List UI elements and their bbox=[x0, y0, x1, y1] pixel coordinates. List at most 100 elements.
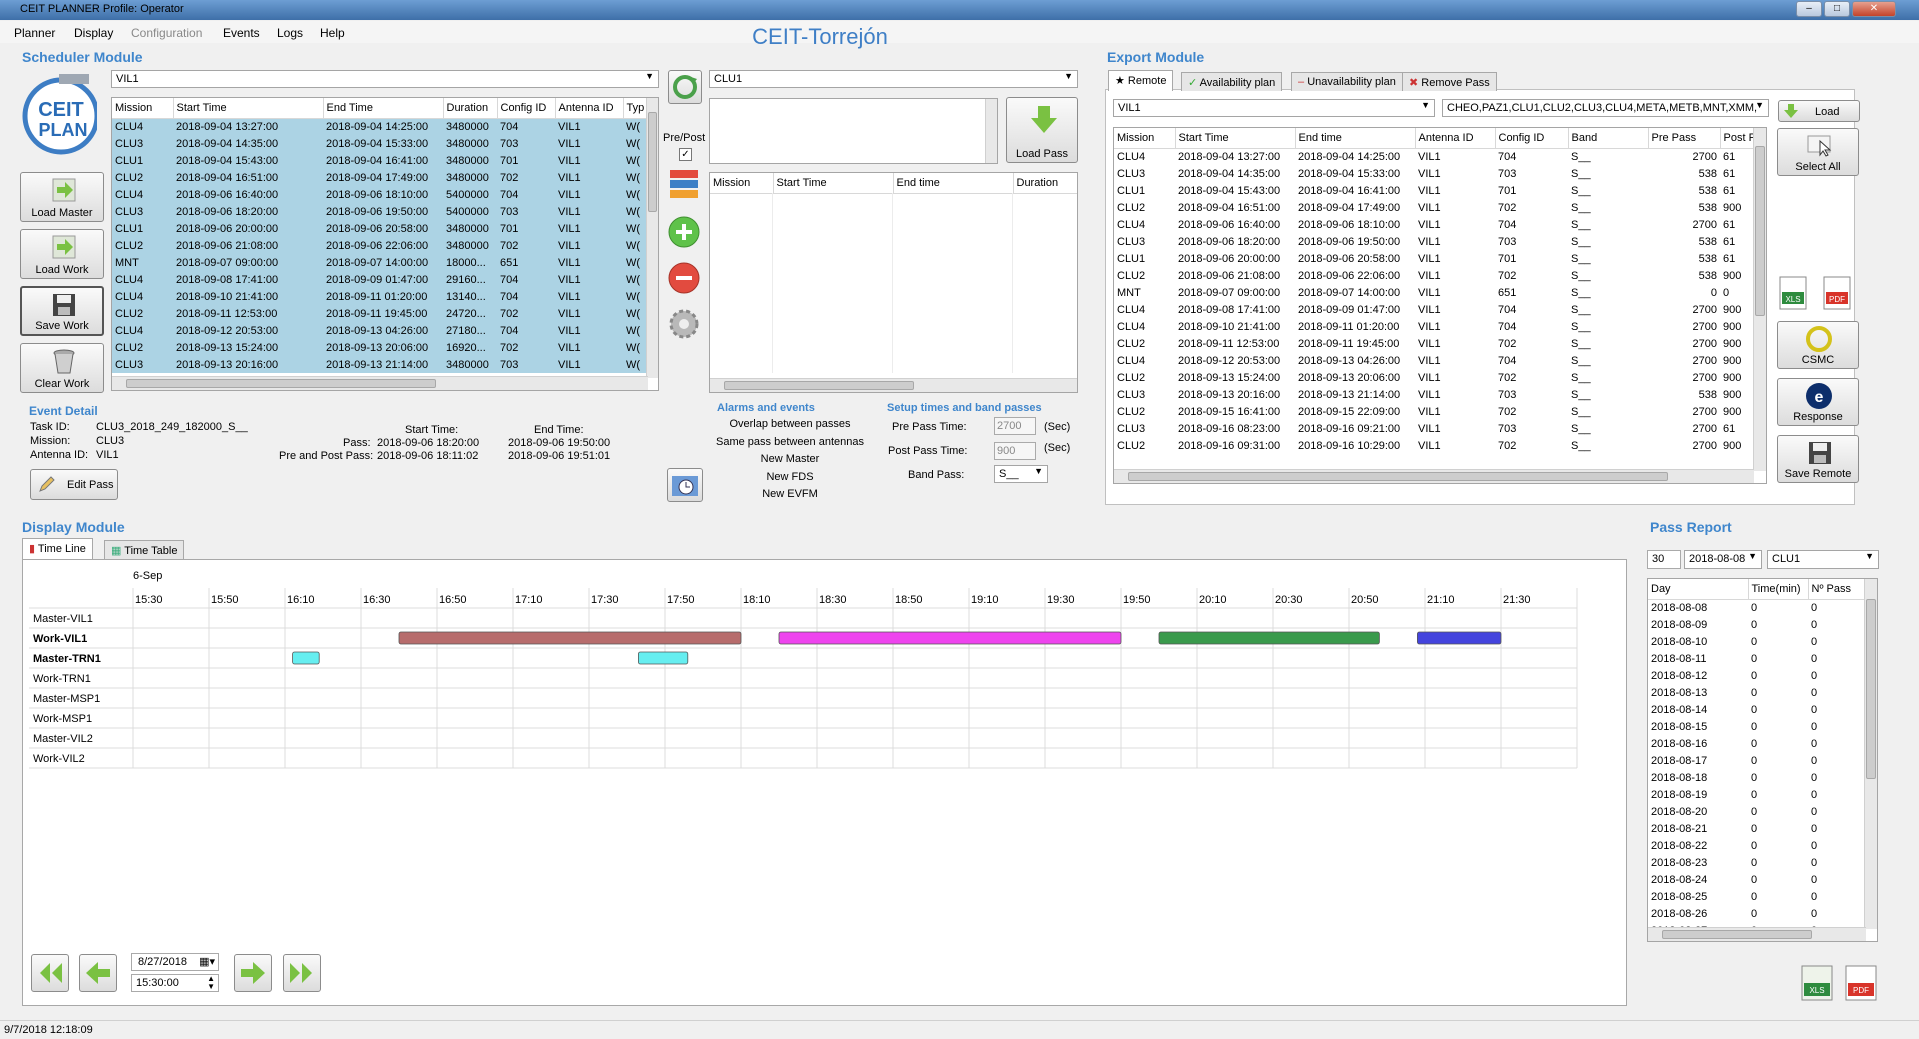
export-missions-select[interactable]: CHEO,PAZ1,CLU1,CLU2,CLU3,CLU4,META,METB,… bbox=[1442, 99, 1769, 117]
pass-report-table[interactable]: Day Time(min) Nº Pass 2018-08-08 0 0 2018-08-… bbox=[1647, 578, 1878, 942]
remove-pass-button[interactable] bbox=[667, 261, 701, 295]
table-row[interactable]: CLU2 2018-09-04 16:51:00 2018-09-04 17:49:… bbox=[112, 169, 648, 186]
antenna-select[interactable]: VIL1 ▼ bbox=[111, 70, 659, 88]
days-input[interactable]: 30 bbox=[1647, 550, 1681, 569]
maximize-button[interactable]: □ bbox=[1824, 1, 1850, 17]
load-button[interactable]: Load bbox=[1778, 100, 1860, 122]
table-row[interactable]: CLU1 2018-09-04 15:43:00 2018-09-04 16:41:… bbox=[1114, 182, 1754, 199]
previous-button[interactable] bbox=[79, 954, 117, 992]
horizontal-scrollbar[interactable] bbox=[710, 378, 1077, 392]
column-header[interactable]: End time bbox=[1295, 128, 1416, 149]
table-row[interactable]: CLU2 2018-09-06 21:08:00 2018-09-06 22:06:… bbox=[112, 237, 648, 254]
table-row[interactable]: 2018-08-19 0 0 bbox=[1648, 786, 1866, 803]
history-button[interactable] bbox=[667, 468, 703, 502]
column-header[interactable]: Start Time bbox=[173, 98, 324, 119]
table-row[interactable]: 2018-08-22 0 0 bbox=[1648, 837, 1866, 854]
vertical-scrollbar[interactable] bbox=[1753, 128, 1766, 471]
pre-post-checkbox[interactable]: ✓ bbox=[679, 148, 692, 161]
clear-work-button[interactable]: Clear Work bbox=[20, 343, 104, 393]
table-row[interactable]: 2018-08-15 0 0 bbox=[1648, 718, 1866, 735]
table-row[interactable]: 2018-08-08 0 0 bbox=[1648, 599, 1866, 616]
table-row[interactable]: MNT 2018-09-07 09:00:00 2018-09-07 14:00:0… bbox=[1114, 284, 1754, 301]
select-all-button[interactable]: Select All bbox=[1777, 128, 1859, 176]
alarm-item[interactable]: Same pass between antennas bbox=[710, 436, 870, 454]
table-row[interactable]: CLU3 2018-09-06 18:20:00 2018-09-06 19:50:… bbox=[112, 203, 648, 220]
export-pdf-button[interactable]: PDF bbox=[1822, 276, 1852, 310]
table-row[interactable]: CLU4 2018-09-12 20:53:00 2018-09-13 04:26:… bbox=[112, 322, 648, 339]
pass-bar[interactable] bbox=[398, 631, 742, 645]
layers-icon[interactable] bbox=[668, 168, 702, 204]
table-row[interactable]: CLU3 2018-09-04 14:35:00 2018-09-04 15:33:… bbox=[1114, 165, 1754, 182]
add-pass-button[interactable] bbox=[667, 215, 701, 249]
vertical-scrollbar[interactable] bbox=[1864, 579, 1877, 929]
tab-time-table[interactable]: ▦ Time Table bbox=[104, 540, 185, 559]
tab-remote[interactable]: ★ Remote bbox=[1108, 70, 1174, 91]
tab-availability-plan[interactable]: ✓ Availability plan bbox=[1181, 72, 1283, 91]
csmc-button[interactable]: CSMC bbox=[1777, 321, 1859, 369]
close-button[interactable]: ✕ bbox=[1852, 1, 1896, 17]
vertical-scrollbar[interactable] bbox=[646, 98, 658, 378]
report-xls-button[interactable]: XLS bbox=[1800, 965, 1834, 1001]
column-header[interactable]: Pre Pass bbox=[1648, 128, 1721, 149]
response-button[interactable]: e Response bbox=[1777, 378, 1859, 426]
save-remote-button[interactable]: Save Remote bbox=[1777, 435, 1859, 483]
column-header[interactable]: Mission bbox=[112, 98, 174, 119]
table-row[interactable]: 2018-08-14 0 0 bbox=[1648, 701, 1866, 718]
table-row[interactable]: CLU4 2018-09-10 21:41:00 2018-09-11 01:20:… bbox=[1114, 318, 1754, 335]
band-pass-select[interactable]: S__ ▼ bbox=[994, 465, 1048, 483]
table-row[interactable]: CLU1 2018-09-06 20:00:00 2018-09-06 20:58:… bbox=[112, 220, 648, 237]
mission-select[interactable]: CLU1 ▼ bbox=[709, 70, 1078, 88]
refresh-button[interactable] bbox=[668, 70, 702, 104]
table-row[interactable]: 2018-08-17 0 0 bbox=[1648, 752, 1866, 769]
column-header[interactable]: Config ID bbox=[497, 98, 556, 119]
tab-remove-pass[interactable]: ✖ Remove Pass bbox=[1402, 72, 1497, 91]
pass-bar[interactable] bbox=[1417, 631, 1502, 645]
pass-text-area[interactable] bbox=[709, 98, 998, 164]
column-header[interactable]: Duration bbox=[443, 98, 498, 119]
load-pass-button[interactable]: Load Pass bbox=[1006, 97, 1078, 163]
table-row[interactable]: 2018-08-24 0 0 bbox=[1648, 871, 1866, 888]
post-pass-input[interactable]: 900 bbox=[994, 442, 1036, 460]
table-row[interactable]: CLU2 2018-09-11 12:53:00 2018-09-11 19:45:… bbox=[112, 305, 648, 322]
edit-pass-button[interactable]: Edit Pass bbox=[30, 469, 118, 500]
table-row[interactable]: CLU1 2018-09-04 15:43:00 2018-09-04 16:41:… bbox=[112, 152, 648, 169]
table-row[interactable]: 2018-08-18 0 0 bbox=[1648, 769, 1866, 786]
pass-bar[interactable] bbox=[638, 651, 689, 665]
column-header[interactable]: Config ID bbox=[1495, 128, 1569, 149]
menu-help[interactable]: Help bbox=[320, 26, 345, 40]
alarm-item[interactable]: New Master bbox=[710, 453, 870, 471]
load-master-button[interactable]: Load Master bbox=[20, 172, 104, 222]
column-header[interactable]: Antenna ID bbox=[555, 98, 624, 119]
pre-pass-input[interactable]: 2700 bbox=[994, 417, 1036, 435]
table-row[interactable]: 2018-08-25 0 0 bbox=[1648, 888, 1866, 905]
table-row[interactable]: CLU3 2018-09-16 08:23:00 2018-09-16 09:21:… bbox=[1114, 420, 1754, 437]
report-date-select[interactable]: 2018-08-08 ▼ bbox=[1684, 550, 1762, 569]
table-row[interactable]: CLU2 2018-09-13 15:24:00 2018-09-13 20:06:… bbox=[1114, 369, 1754, 386]
first-page-button[interactable] bbox=[31, 954, 69, 992]
table-row[interactable]: 2018-08-09 0 0 bbox=[1648, 616, 1866, 633]
nav-date-picker[interactable]: 8/27/2018 ▦▾ bbox=[131, 953, 219, 971]
column-header[interactable]: Mission bbox=[1114, 128, 1176, 149]
report-pdf-button[interactable]: PDF bbox=[1844, 965, 1878, 1001]
table-row[interactable]: CLU3 2018-09-13 20:16:00 2018-09-13 21:14:… bbox=[1114, 386, 1754, 403]
export-xls-button[interactable]: XLS bbox=[1778, 276, 1808, 310]
column-header[interactable]: End Time bbox=[323, 98, 444, 119]
export-table[interactable]: Mission Start Time End time Antenna ID Confi… bbox=[1113, 127, 1767, 484]
horizontal-scrollbar[interactable] bbox=[1648, 927, 1866, 941]
table-row[interactable]: CLU3 2018-09-04 14:35:00 2018-09-04 15:33:… bbox=[112, 135, 648, 152]
horizontal-scrollbar[interactable] bbox=[112, 376, 648, 390]
settings-button[interactable] bbox=[667, 307, 701, 341]
column-header[interactable]: Day bbox=[1648, 579, 1749, 600]
table-row[interactable]: 2018-08-23 0 0 bbox=[1648, 854, 1866, 871]
table-row[interactable]: 2018-08-11 0 0 bbox=[1648, 650, 1866, 667]
column-header[interactable]: Time(min) bbox=[1748, 579, 1809, 600]
table-row[interactable]: CLU2 2018-09-04 16:51:00 2018-09-04 17:49:… bbox=[1114, 199, 1754, 216]
table-row[interactable]: CLU1 2018-09-06 20:00:00 2018-09-06 20:58:… bbox=[1114, 250, 1754, 267]
table-row[interactable]: CLU2 2018-09-15 16:41:00 2018-09-15 22:09:… bbox=[1114, 403, 1754, 420]
table-row[interactable]: CLU2 2018-09-11 12:53:00 2018-09-11 19:45:… bbox=[1114, 335, 1754, 352]
column-header[interactable]: Nº Pass bbox=[1808, 579, 1867, 600]
table-row[interactable]: CLU4 2018-09-06 16:40:00 2018-09-06 18:10:… bbox=[112, 186, 648, 203]
next-button[interactable] bbox=[234, 954, 272, 992]
table-row[interactable]: CLU4 2018-09-08 17:41:00 2018-09-09 01:47:… bbox=[1114, 301, 1754, 318]
alarm-item[interactable]: Overlap between passes bbox=[710, 418, 870, 436]
